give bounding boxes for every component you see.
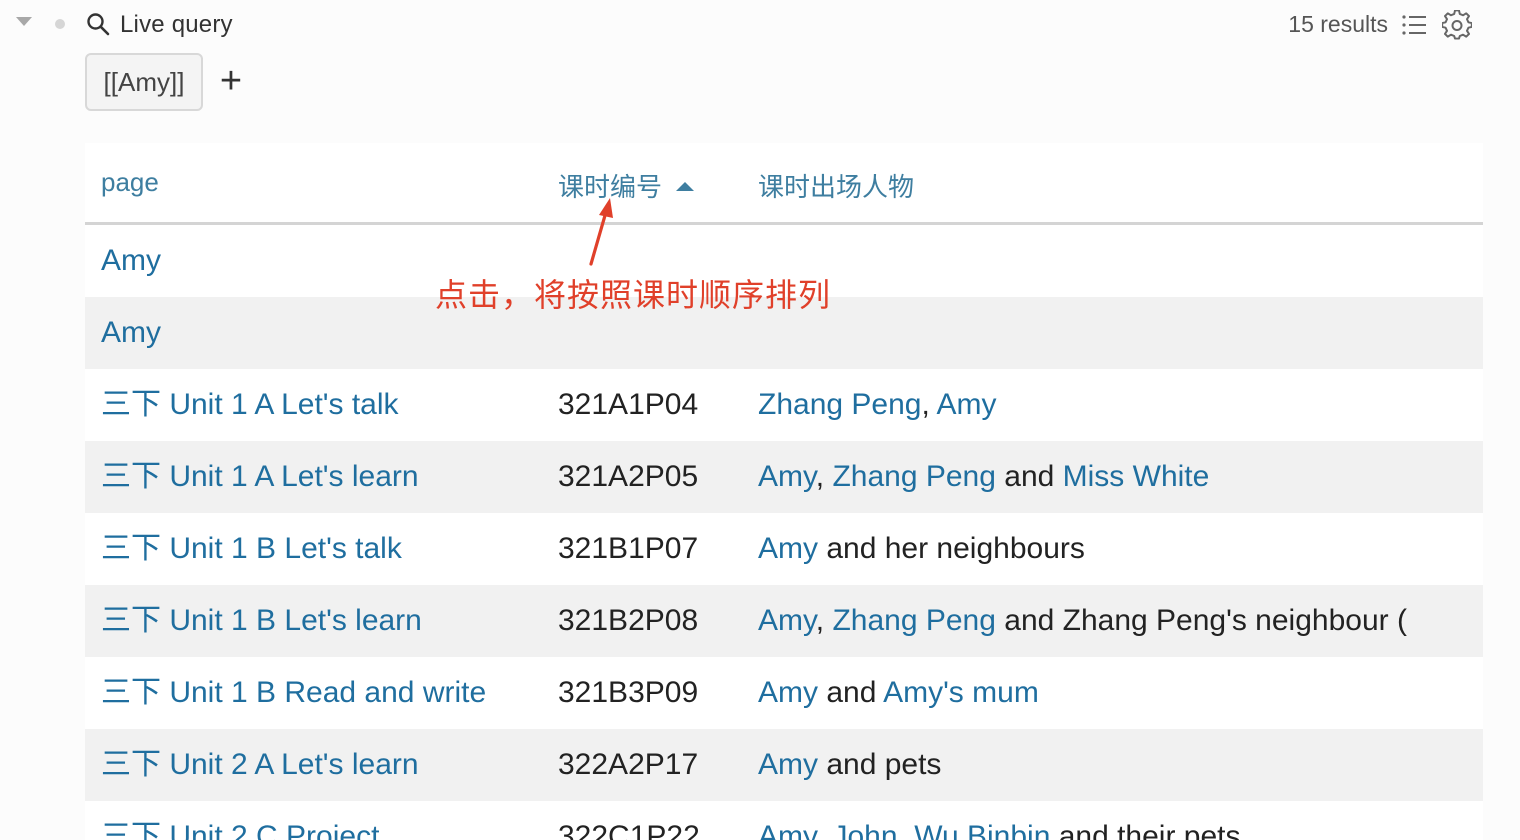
page-link[interactable]: 三下 Unit 1 B Let's talk [101,513,402,585]
column-header-page[interactable]: page [101,167,159,198]
table-row: 三下 Unit 1 B Let's talk 321B1P07 Amy and he… [85,513,1483,585]
lesson-code-cell: 321A2P05 [558,460,699,493]
table-header: page 课时编号 课时出场人物 [85,143,1483,225]
character-link[interactable]: John [832,820,897,840]
lesson-code-cell: 321B2P08 [558,604,699,637]
lesson-code-cell: 321B1P07 [558,532,699,565]
character-link[interactable]: Amy [758,676,818,709]
characters-cell: Amy, Zhang Peng and Zhang Peng's neighbo… [758,585,1407,657]
characters-cell: Amy and pets [758,729,941,801]
characters-text: and her neighbours [818,532,1085,565]
page-link[interactable]: 三下 Unit 2 A Let's learn [101,729,419,801]
characters-cell: Amy and her neighbours [758,513,1085,585]
table-row: 三下 Unit 1 B Let's learn 321B2P08 Amy, Zhan… [85,585,1483,657]
query-title: Live query [120,11,233,38]
page-link[interactable]: Amy [101,225,161,297]
column-header-characters[interactable]: 课时出场人物 [758,167,914,204]
characters-text: and Zhang Peng's neighbour ( [995,604,1407,637]
characters-text: , [815,460,833,493]
collapse-arrow-icon[interactable] [16,17,32,26]
characters-cell: Amy, Zhang Peng and Miss White [758,441,1209,513]
sort-asc-icon [676,182,695,191]
characters-text: and pets [818,748,942,781]
page-link[interactable]: 三下 Unit 1 B Let's learn [101,585,422,657]
gear-icon[interactable] [1442,10,1472,40]
lesson-code-cell: 322C1P22 [558,820,700,840]
character-link[interactable]: Zhang Peng [758,388,921,421]
table-row: 三下 Unit 1 A Let's talk 321A1P04 Zhang Peng… [85,369,1483,441]
table-row: 三下 Unit 1 A Let's learn 321A2P05 Amy, Zhan… [85,441,1483,513]
characters-text: , [815,604,833,637]
add-filter-button[interactable]: + [214,62,248,102]
characters-text: and [995,460,1063,493]
column-header-lesson-code[interactable]: 课时编号 [558,167,695,204]
filter-chip[interactable]: [[Amy]] [85,53,203,111]
characters-cell: Amy and Amy's mum [758,657,1039,729]
page-link[interactable]: 三下 Unit 2 C Project [101,801,379,840]
annotation-text: 点击，将按照课时顺序排列 [435,276,832,314]
character-link[interactable]: Wu Binbin [914,820,1050,840]
character-link[interactable]: Amy [936,388,996,421]
characters-cell: Amy, John, Wu Binbin and their pets [758,801,1241,840]
bullet-icon[interactable] [55,19,65,29]
character-link[interactable]: Amy [758,460,816,493]
character-link[interactable]: Zhang Peng [832,460,995,493]
lesson-code-cell: 321A1P04 [558,388,699,421]
characters-cell: Zhang Peng, Amy [758,369,996,441]
character-link[interactable]: Amy's mum [883,676,1039,709]
lesson-code-cell: 322A2P17 [558,748,699,781]
character-link[interactable]: Amy [758,748,818,781]
character-link[interactable]: Amy [758,604,816,637]
page-link[interactable]: 三下 Unit 1 B Read and write [101,657,486,729]
results-table: page 课时编号 课时出场人物 Amy Amy 三下 Unit 1 A Let's… [85,143,1483,840]
character-link[interactable]: Miss White [1063,460,1210,493]
column-header-label: 课时出场人物 [758,172,915,202]
table-body: Amy Amy 三下 Unit 1 A Let's talk 321A1P04 Zhan… [85,225,1483,840]
column-header-label: 课时编号 [558,172,663,202]
results-count: 15 results [1288,11,1388,37]
table-row: 三下 Unit 2 A Let's learn 322A2P17 Amy and p… [85,729,1483,801]
character-link[interactable]: Amy [758,820,816,840]
characters-text: , [815,820,833,840]
list-icon[interactable] [1401,12,1427,38]
table-row: 三下 Unit 2 C Project 322C1P22 Amy, John, Wu… [85,801,1483,840]
column-header-label: page [101,167,159,197]
characters-text: and their pets [1050,820,1241,840]
character-link[interactable]: Zhang Peng [832,604,995,637]
page-link[interactable]: 三下 Unit 1 A Let's talk [101,369,399,441]
characters-text: , [897,820,915,840]
character-link[interactable]: Amy [758,532,818,565]
characters-text: and [818,676,884,709]
characters-text: , [921,388,937,421]
page-link[interactable]: Amy [101,297,161,369]
page-link[interactable]: 三下 Unit 1 A Let's learn [101,441,419,513]
lesson-code-cell: 321B3P09 [558,676,699,709]
search-icon [87,13,110,36]
query-header: Live query 15 results [0,0,1520,50]
table-row: 三下 Unit 1 B Read and write 321B3P09 Amy an… [85,657,1483,729]
